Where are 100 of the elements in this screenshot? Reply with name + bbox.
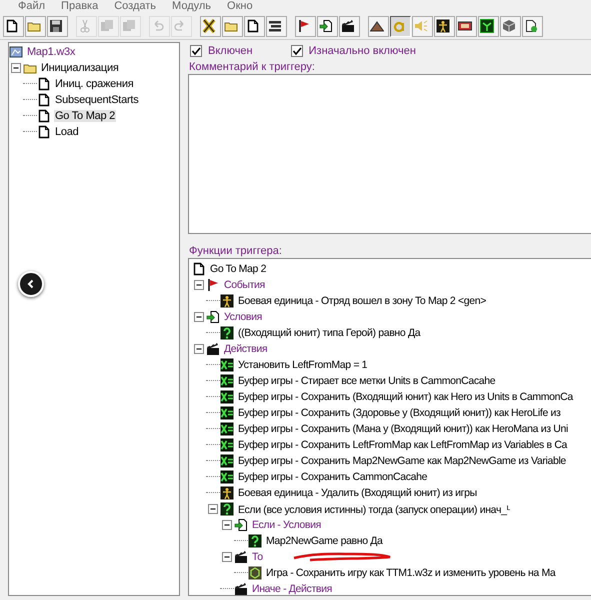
collapse-toggle[interactable] [220, 550, 234, 564]
document-icon [37, 93, 51, 107]
document-icon [246, 19, 260, 33]
toolbar-button[interactable] [47, 16, 68, 36]
tree-item[interactable]: Если (все условия истинны) тогда (запуск операции) инач_ᒻ [237, 502, 512, 516]
variable-icon [220, 454, 234, 468]
collapse-toggle[interactable] [192, 342, 206, 356]
tree-item[interactable]: Игра - Сохранить игру как TTM1.w3z и изменить уровень на Ma [265, 567, 556, 579]
tree-item[interactable]: ((Входящий юнит) типа Герой) равно Да [237, 327, 422, 339]
tree-item[interactable]: Буфер игры - Сохранить Map2NewGame как Map2NewGame из Variable [237, 455, 567, 467]
collapse-toggle[interactable] [220, 518, 234, 532]
save-icon [49, 19, 63, 33]
tree-item[interactable]: То [251, 551, 264, 563]
tree-item[interactable]: Буфер игры - Сохранить (Здоровье у (Входящий юнит)) как HeroLife из [237, 407, 562, 419]
toolbar-button[interactable] [200, 16, 221, 36]
arrow-document-icon [206, 310, 220, 324]
collapse-toggle[interactable] [192, 278, 206, 292]
toolbar-button[interactable] [390, 16, 411, 36]
clapperboard-icon [341, 19, 355, 33]
tree-item[interactable]: Буфер игры - Сохранить (Мана у (Входящий юнит)) как HeroMana из Uni [237, 423, 569, 435]
variable-icon [220, 438, 234, 452]
collapse-toggle[interactable] [206, 502, 220, 516]
question-icon [220, 502, 234, 516]
document-icon [37, 109, 51, 123]
document-icon [37, 125, 51, 139]
document-icon [192, 262, 206, 276]
tree-item[interactable]: Буфер игры - Сохранить CammonCacahe [237, 471, 428, 483]
collapse-toggle[interactable] [9, 61, 23, 75]
menu-item[interactable]: Создать [114, 0, 156, 13]
menu-item[interactable]: Правка [61, 0, 98, 13]
toolbar-button[interactable] [295, 16, 316, 36]
toolbar-button[interactable] [3, 16, 24, 36]
tree-item[interactable]: SubsequentStarts [54, 94, 140, 106]
toolbar-button[interactable] [368, 16, 389, 36]
tree-item[interactable]: Map1.w3x [26, 46, 76, 58]
toolbar-button[interactable] [478, 16, 499, 36]
copy-icon [100, 19, 114, 33]
clapperboard-icon [206, 342, 220, 356]
tree-item[interactable]: Иначе - Действия [251, 583, 333, 595]
menu-item[interactable]: Окно [227, 0, 253, 13]
variable-icon [220, 358, 234, 372]
tree-item[interactable]: Установить LeftFromMap = 1 [237, 359, 368, 371]
cut-icon [78, 19, 92, 33]
menu-item[interactable]: Файл [18, 0, 46, 13]
tree-item[interactable]: Go To Map 2 [209, 263, 268, 275]
toolbar-button[interactable] [456, 16, 477, 36]
variable-icon [220, 406, 234, 420]
figure-icon [220, 486, 234, 500]
variable-icon [220, 470, 234, 484]
variable-icon [220, 390, 234, 404]
lines-icon [268, 19, 282, 33]
functions-label: Функции триггера: [188, 244, 283, 258]
cube-icon [502, 19, 516, 33]
toolbar-button[interactable] [434, 16, 455, 36]
document-plus-icon [524, 19, 538, 33]
tree-item[interactable]: Условия [223, 311, 263, 323]
tree-item[interactable]: Load [54, 126, 80, 138]
toolbar-button[interactable] [522, 16, 543, 36]
tree-item[interactable]: Если - Условия [251, 519, 322, 531]
speaker-icon [414, 19, 428, 33]
checkbox[interactable]: Включен [190, 44, 253, 58]
arrow-document-icon [319, 19, 333, 33]
collapse-toggle[interactable] [192, 310, 206, 324]
checkbox[interactable]: Изначально включен [290, 44, 416, 58]
terrain-icon [370, 19, 384, 33]
document-icon [37, 77, 51, 91]
tree-item[interactable]: Буфер игры - Сохранить (Входящий юнит) как Hero из Units в CammonCa [237, 391, 574, 403]
clapperboard-icon [234, 550, 248, 564]
paste-icon [122, 19, 136, 33]
tree-item[interactable]: Боевая единица - Удалить (Входящий юнит) из игры [237, 487, 478, 499]
flag-icon [206, 278, 220, 292]
tree-item[interactable]: Буфер игры - Стирает все метки Units в CammonCacahe [237, 375, 496, 387]
chevron-left-icon [26, 279, 36, 289]
checkmark-icon [292, 46, 302, 56]
menu-item[interactable]: Модуль [172, 0, 212, 13]
comment-label: Комментарий к триггеру: [188, 60, 316, 74]
tree-item[interactable]: События [223, 279, 266, 291]
flag-icon [297, 19, 311, 33]
comment-field[interactable] [188, 74, 591, 234]
x-script-icon [202, 19, 216, 33]
new-file-icon [5, 19, 19, 33]
toolbar-button[interactable] [317, 16, 338, 36]
question-icon [248, 534, 262, 548]
tree-item[interactable]: Боевая единица - Отряд вошел в зону To Map 2 <gen> [237, 295, 487, 307]
toolbar-button[interactable] [266, 16, 287, 36]
tree-item[interactable]: Go To Map 2 [54, 110, 116, 122]
tree-item[interactable]: Map2NewGame равно Да [265, 535, 384, 547]
tree-item[interactable]: Иниц. сражения [54, 78, 134, 90]
toolbar-button[interactable] [244, 16, 265, 36]
hexagon-icon [248, 566, 262, 580]
tree-item[interactable]: Инициализация [40, 62, 120, 74]
variable-icon [220, 422, 234, 436]
letter-icon [392, 19, 406, 33]
arrow-document-icon [234, 518, 248, 532]
tree-item[interactable]: Буфер игры - Сохранить LeftFromMap как LeftFromMap из Variables в Ca [237, 439, 568, 451]
variable-icon [220, 374, 234, 388]
tree-item[interactable]: Действия [223, 343, 268, 355]
toolbar-button[interactable] [339, 16, 360, 36]
checkmark-icon [191, 46, 201, 56]
question-icon [220, 326, 234, 340]
